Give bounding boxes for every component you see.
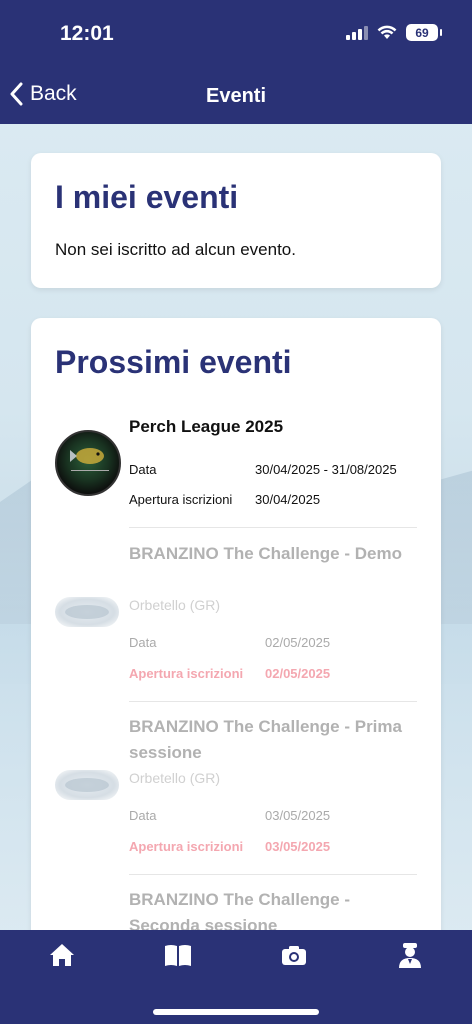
event-date-label: Data [129, 462, 157, 477]
event-registration-row: Apertura iscrizioni 03/05/2025 [129, 839, 330, 854]
book-icon [165, 945, 191, 966]
battery-icon: 69 [406, 24, 442, 41]
event-location: Orbetello (GR) [129, 770, 221, 786]
my-events-card: I miei eventi Non sei iscritto ad alcun … [31, 153, 441, 288]
perch-fish-icon [70, 448, 109, 471]
event-logo [55, 430, 121, 496]
profile-icon [399, 943, 421, 968]
event-registration-value: 30/04/2025 [255, 492, 321, 507]
next-events-card: Prossimi eventi Perch League 2025 Data 3… [31, 318, 441, 1018]
home-icon [50, 944, 74, 966]
event-registration-value: 02/05/2025 [265, 666, 331, 681]
event-registration-label: Apertura iscrizioni [129, 839, 244, 854]
camera-icon [282, 946, 306, 965]
event-item-branzino-demo[interactable]: BRANZINO The Challenge - Demo Orbetello … [55, 541, 417, 701]
event-name: BRANZINO The Challenge - Demo [129, 544, 402, 563]
event-date-value: 03/05/2025 [265, 808, 331, 823]
cellular-signal-icon [346, 25, 368, 40]
home-indicator [153, 1009, 319, 1015]
divider [129, 701, 417, 702]
my-events-title: I miei eventi [55, 179, 239, 215]
event-date-label: Data [129, 808, 157, 823]
tab-profile[interactable] [395, 940, 425, 970]
event-item-perch-league[interactable]: Perch League 2025 Data 30/04/2025 - 31/0… [55, 414, 417, 528]
next-events-title: Prossimi eventi [55, 344, 292, 380]
event-date-value: 02/05/2025 [265, 635, 331, 650]
event-item-branzino-prima[interactable]: BRANZINO The Challenge - Prima sessione … [55, 714, 417, 874]
event-date-row: Data 30/04/2025 - 31/08/2025 [129, 462, 397, 477]
event-logo [55, 597, 119, 627]
top-bar: 12:01 69 Back Eventi [0, 0, 472, 124]
status-time: 12:01 [60, 22, 114, 45]
event-registration-label: Apertura iscrizioni [129, 492, 233, 507]
event-date-value: 30/04/2025 - 31/08/2025 [255, 462, 397, 477]
event-registration-value: 03/05/2025 [265, 839, 331, 854]
event-name: BRANZINO The Challenge - Prima sessione [129, 717, 402, 762]
event-registration-label: Apertura iscrizioni [129, 666, 244, 681]
branzino-fish-icon [65, 778, 109, 792]
status-icons: 69 [346, 24, 442, 41]
tab-home[interactable] [47, 940, 77, 970]
wifi-icon [377, 25, 397, 39]
event-name: Perch League 2025 [129, 417, 284, 436]
event-location: Orbetello (GR) [129, 597, 221, 613]
event-date-label: Data [129, 635, 157, 650]
event-logo [55, 770, 119, 800]
tab-book[interactable] [163, 940, 193, 970]
divider [129, 527, 417, 528]
page-title: Eventi [205, 85, 267, 107]
event-date-row: Data 02/05/2025 [129, 635, 330, 650]
divider [129, 874, 417, 875]
branzino-fish-icon [65, 605, 109, 619]
my-events-empty-text: Non sei iscritto ad alcun evento. [55, 240, 296, 259]
event-registration-row: Apertura iscrizioni 30/04/2025 [129, 492, 320, 507]
tab-camera[interactable] [279, 940, 309, 970]
event-date-row: Data 03/05/2025 [129, 808, 330, 823]
event-registration-row: Apertura iscrizioni 02/05/2025 [129, 666, 330, 681]
